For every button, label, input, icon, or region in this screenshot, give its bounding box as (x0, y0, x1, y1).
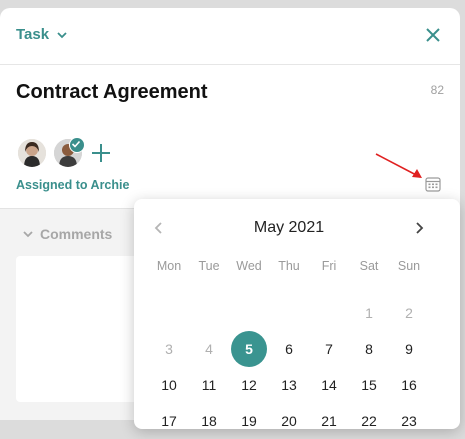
date-picker: May 2021 Mon Tue Wed Thu Fri Sat Sun 1 2 3 4 5 6 7 8 9 1… (134, 199, 460, 429)
calendar-day[interactable]: 2 (389, 295, 429, 331)
calendar-day[interactable]: 9 (389, 331, 429, 367)
calendar-day[interactable]: 14 (309, 367, 349, 403)
calendar-day[interactable]: 3 (149, 331, 189, 367)
avatar-person-icon (18, 139, 46, 167)
chevron-down-icon (57, 31, 67, 38)
calendar-day[interactable]: 6 (269, 331, 309, 367)
calendar-icon[interactable] (425, 176, 441, 192)
calendar-day[interactable]: 11 (189, 367, 229, 403)
month-label: May 2021 (253, 219, 325, 236)
comments-label: Comments (40, 226, 113, 242)
weekday-label: Tue (198, 259, 220, 273)
weekday-label: Sat (359, 259, 379, 273)
weekday-label: Fri (321, 259, 337, 273)
calendar-day-selected[interactable]: 5 (229, 331, 269, 367)
task-type-dropdown[interactable]: Task (16, 26, 69, 43)
calendar-day[interactable]: 19 (229, 403, 269, 439)
calendar-day[interactable]: 17 (149, 403, 189, 439)
add-user-icon[interactable] (90, 142, 112, 164)
avatar[interactable] (18, 139, 46, 167)
calendar-day[interactable]: 10 (149, 367, 189, 403)
calendar-day[interactable]: 8 (349, 331, 389, 367)
calendar-day[interactable]: 21 (309, 403, 349, 439)
calendar-day[interactable]: 23 (389, 403, 429, 439)
chevron-down-icon (23, 231, 33, 238)
calendar-day[interactable]: 12 (229, 367, 269, 403)
weekday-label: Wed (236, 259, 262, 273)
check-icon (69, 137, 85, 153)
panel-header: Task (0, 8, 460, 65)
weekday-label: Sun (397, 259, 421, 273)
comments-toggle[interactable]: Comments (22, 226, 112, 242)
comment-input[interactable] (16, 256, 146, 402)
calendar-day[interactable]: 20 (269, 403, 309, 439)
chevron-right-icon[interactable] (412, 221, 426, 235)
weekday-label: Mon (156, 259, 182, 273)
calendar-day[interactable]: 7 (309, 331, 349, 367)
calendar-day[interactable]: 16 (389, 367, 429, 403)
assigned-to-label[interactable]: Assigned to Archie (16, 178, 129, 192)
close-icon[interactable] (424, 26, 442, 44)
calendar-day[interactable]: 18 (189, 403, 229, 439)
calendar-day[interactable]: 1 (349, 295, 389, 331)
calendar-day[interactable]: 22 (349, 403, 389, 439)
character-count: 82 (430, 83, 444, 97)
weekday-label: Thu (278, 259, 300, 273)
calendar-day[interactable]: 4 (189, 331, 229, 367)
task-type-label: Task (16, 26, 50, 43)
task-title[interactable]: Contract Agreement (16, 81, 208, 104)
calendar-day[interactable]: 13 (269, 367, 309, 403)
calendar-day[interactable]: 15 (349, 367, 389, 403)
annotation-arrow (375, 153, 422, 178)
